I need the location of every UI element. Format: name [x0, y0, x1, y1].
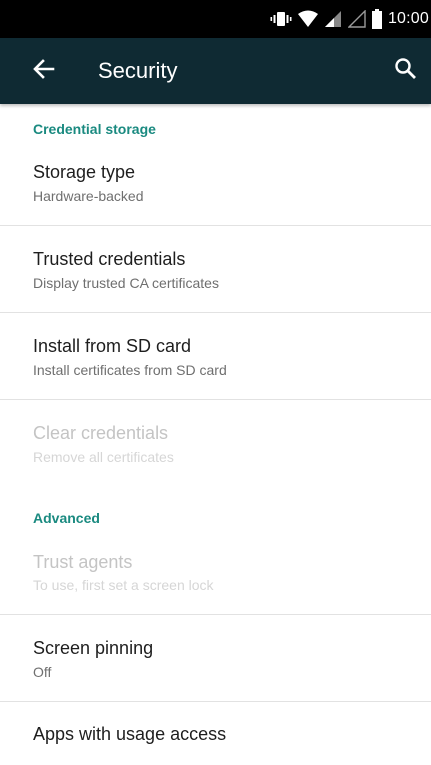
pref-title: Trusted credentials: [33, 249, 186, 269]
pref-screen-pinning[interactable]: Screen pinning Off: [0, 615, 431, 701]
pref-title: Storage type: [33, 162, 136, 182]
search-button[interactable]: [391, 56, 419, 84]
category-advanced: Advanced: [33, 510, 100, 526]
signal-empty-icon: [347, 10, 366, 28]
pref-title: Trust agents: [33, 552, 133, 572]
pref-storage-type[interactable]: Storage type Hardware-backed: [0, 148, 431, 226]
pref-apps-with-usage-access[interactable]: Apps with usage access: [0, 702, 431, 765]
pref-summary: To use, first set a screen lock: [33, 577, 214, 593]
signal-icon: [324, 10, 342, 28]
pref-title: Screen pinning: [33, 638, 154, 658]
pref-title: Clear credentials: [33, 423, 169, 443]
pref-summary: Remove all certificates: [33, 449, 174, 465]
search-icon: [394, 57, 416, 84]
page-title: Security: [98, 58, 178, 83]
pref-title: Apps with usage access: [33, 724, 227, 744]
pref-summary: Install certificates from SD card: [33, 362, 227, 378]
wifi-icon: [297, 10, 318, 28]
pref-summary: Off: [33, 664, 52, 680]
arrow-back-icon: [33, 58, 55, 85]
status-bar: 10:00: [0, 0, 431, 38]
pref-clear-credentials: Clear credentials Remove all certificate…: [0, 400, 431, 486]
status-icons: 10:00: [270, 0, 431, 38]
pref-install-from-sd-card[interactable]: Install from SD card Install certificate…: [0, 313, 431, 399]
app-bar: Security: [0, 38, 431, 104]
pref-summary: Hardware-backed: [33, 188, 144, 204]
category-credential-storage: Credential storage: [33, 121, 156, 137]
pref-summary: Display trusted CA certificates: [33, 275, 219, 291]
pref-title: Install from SD card: [33, 336, 192, 356]
status-time: 10:00: [387, 10, 429, 27]
pref-trust-agents: Trust agents To use, first set a screen …: [0, 528, 431, 614]
battery-icon: [371, 9, 382, 29]
back-button[interactable]: [30, 57, 58, 85]
pref-trusted-credentials[interactable]: Trusted credentials Display trusted CA c…: [0, 226, 431, 312]
vibrate-icon: [270, 10, 292, 28]
